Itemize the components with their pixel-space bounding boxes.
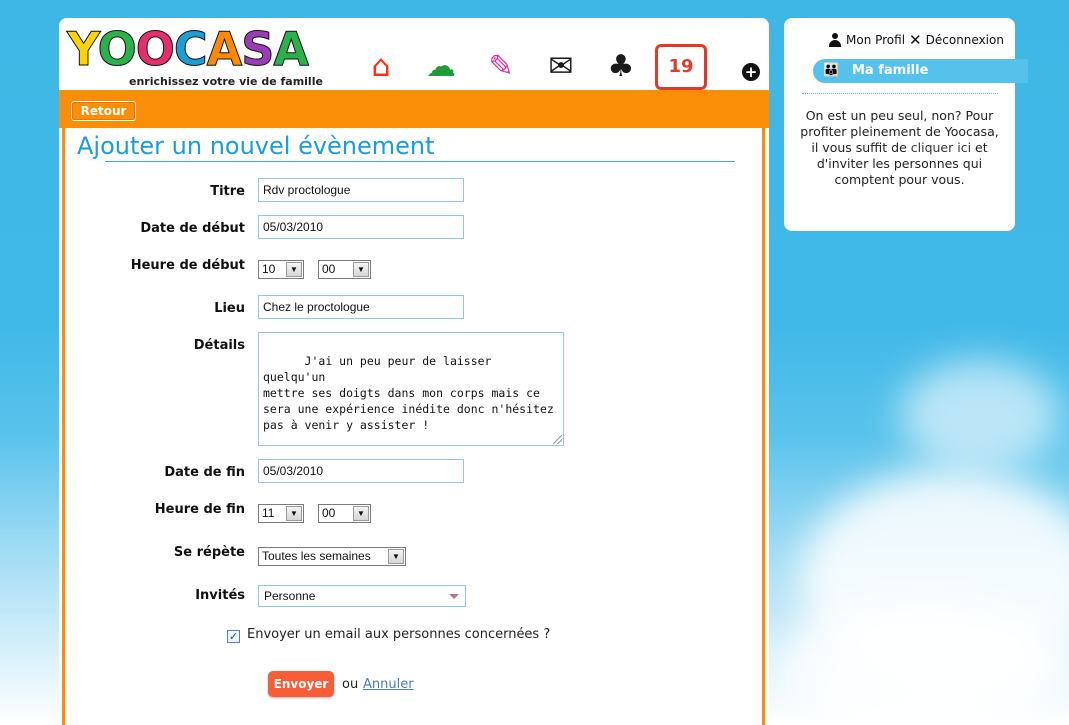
heure-debut-hour-select[interactable]: 10 ▼ xyxy=(258,260,304,279)
toolbar: Retour xyxy=(59,90,769,128)
heure-fin-hour-select[interactable]: 11 ▼ xyxy=(258,504,304,523)
main-navigation: ⌂ ☁ ✎ ✉ ♣ 19 xyxy=(355,44,707,90)
cards-icon[interactable]: ♣ xyxy=(595,44,647,90)
chevron-down-icon: ▼ xyxy=(353,506,369,521)
main-panel: YOOCASA enrichissez votre vie de famille… xyxy=(59,18,769,725)
heure-fin-hour-value: 11 xyxy=(262,506,275,520)
details-text: J'ai un peu peur de laisser quelqu'un me… xyxy=(263,354,554,432)
invite-message: On est un peu seul, non? Pour profiter p… xyxy=(798,108,1001,188)
repete-value: Toutes les semaines xyxy=(262,549,371,563)
logo-letter: S xyxy=(241,22,275,76)
repete-select[interactable]: Toutes les semaines ▼ xyxy=(258,547,406,566)
tagline: enrichissez votre vie de famille xyxy=(129,75,323,88)
heure-debut-minute-select[interactable]: 00 ▼ xyxy=(318,260,371,279)
resize-grip-icon[interactable] xyxy=(553,435,562,444)
invites-select[interactable]: Personne xyxy=(258,585,466,607)
notes-icon[interactable]: ✎ xyxy=(475,44,527,90)
chevron-down-icon: ▼ xyxy=(353,262,369,277)
user-links: Mon Profil ✕ Déconnexion xyxy=(828,31,1004,49)
details-label: Détails xyxy=(193,338,245,353)
add-icon[interactable]: + xyxy=(742,63,760,81)
invites-value: Personne xyxy=(264,589,316,603)
home-icon[interactable]: ⌂ xyxy=(355,44,407,90)
side-divider xyxy=(802,93,998,94)
logout-link[interactable]: Déconnexion xyxy=(926,33,1004,47)
event-form: Ajouter un nouvel évènement Titre Rdv pr… xyxy=(62,128,765,725)
lieu-label: Lieu xyxy=(214,301,245,316)
chevron-down-icon: ▼ xyxy=(286,506,302,521)
date-fin-input[interactable]: 05/03/2010 xyxy=(258,459,464,483)
site-header: YOOCASA enrichissez votre vie de famille… xyxy=(59,18,769,90)
logo-letter: C xyxy=(173,22,208,76)
page-title: Ajouter un nouvel évènement xyxy=(77,132,435,160)
logo-letter: A xyxy=(206,22,243,76)
family-tab-label: Ma famille xyxy=(852,63,929,78)
back-button[interactable]: Retour xyxy=(71,101,136,121)
logo-letter: O xyxy=(97,22,137,76)
invites-label: Invités xyxy=(195,588,245,603)
side-panel: Mon Profil ✕ Déconnexion 👪 Ma famille On… xyxy=(784,18,1028,231)
logo-letter: O xyxy=(135,22,175,76)
heure-fin-minute-value: 00 xyxy=(322,506,336,520)
cloud-decoration xyxy=(900,360,1060,470)
date-debut-label: Date de début xyxy=(140,221,245,236)
repete-label: Se répète xyxy=(173,545,245,560)
heure-fin-label: Heure de fin xyxy=(154,502,245,517)
calendar-icon[interactable]: 19 xyxy=(655,44,707,90)
lieu-input[interactable]: Chez le proctologue xyxy=(258,295,464,319)
photos-icon[interactable]: ☁ xyxy=(415,44,467,90)
chevron-down-icon xyxy=(449,594,459,599)
date-fin-label: Date de fin xyxy=(164,465,245,480)
heure-debut-hour-value: 10 xyxy=(262,262,276,276)
chevron-down-icon: ▼ xyxy=(286,262,302,277)
family-tab[interactable]: 👪 Ma famille xyxy=(813,59,1028,83)
heure-debut-minute-value: 00 xyxy=(322,262,336,276)
send-button[interactable]: Envoyer xyxy=(268,671,334,697)
logo-letter: Y xyxy=(67,22,100,76)
close-icon: ✕ xyxy=(909,31,922,49)
email-checkbox-label: Envoyer un email aux personnes concernée… xyxy=(247,627,551,642)
invite-link[interactable]: cliquer ici xyxy=(911,140,971,155)
heure-fin-minute-select[interactable]: 00 ▼ xyxy=(318,504,371,523)
chevron-down-icon: ▼ xyxy=(388,549,404,564)
details-textarea[interactable]: J'ai un peu peur de laisser quelqu'un me… xyxy=(258,332,564,446)
logo-letter: A xyxy=(273,22,310,76)
cancel-link[interactable]: Annuler xyxy=(363,677,414,692)
titre-label: Titre xyxy=(210,184,245,199)
user-icon xyxy=(828,33,842,47)
or-text: ou xyxy=(342,677,359,692)
email-checkbox[interactable]: ✓ xyxy=(227,630,240,643)
date-debut-input[interactable]: 05/03/2010 xyxy=(258,215,464,239)
cloud-decoration xyxy=(780,600,1069,725)
family-icon: 👪 xyxy=(823,63,840,78)
yoocasa-logo[interactable]: YOOCASA xyxy=(67,26,310,73)
title-divider xyxy=(105,161,735,162)
heure-debut-label: Heure de début xyxy=(130,258,245,273)
profile-link[interactable]: Mon Profil xyxy=(846,33,905,47)
mail-icon[interactable]: ✉ xyxy=(535,44,587,90)
titre-input[interactable]: Rdv proctologue xyxy=(258,178,464,202)
